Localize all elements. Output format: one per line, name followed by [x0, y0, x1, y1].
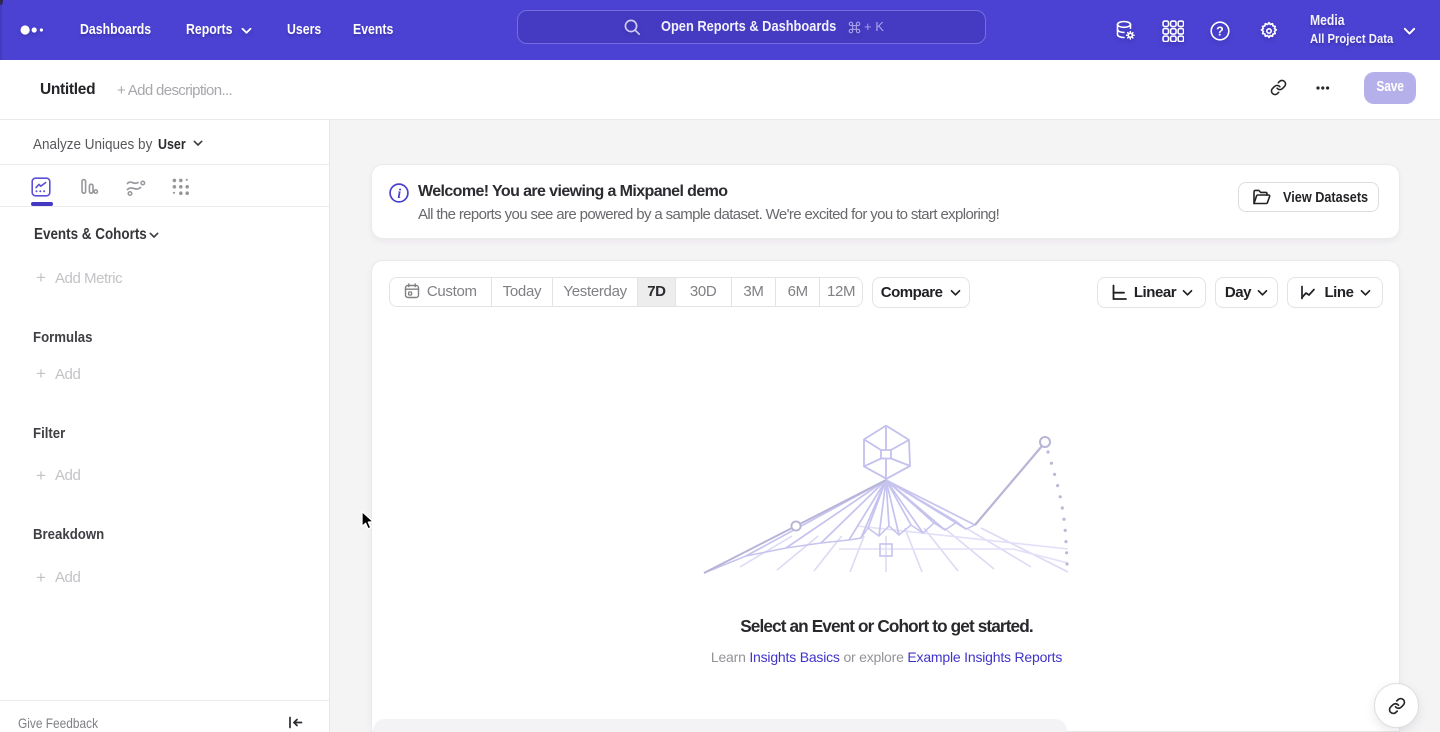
- svg-text:?: ?: [1216, 25, 1224, 39]
- svg-text:i: i: [397, 185, 401, 200]
